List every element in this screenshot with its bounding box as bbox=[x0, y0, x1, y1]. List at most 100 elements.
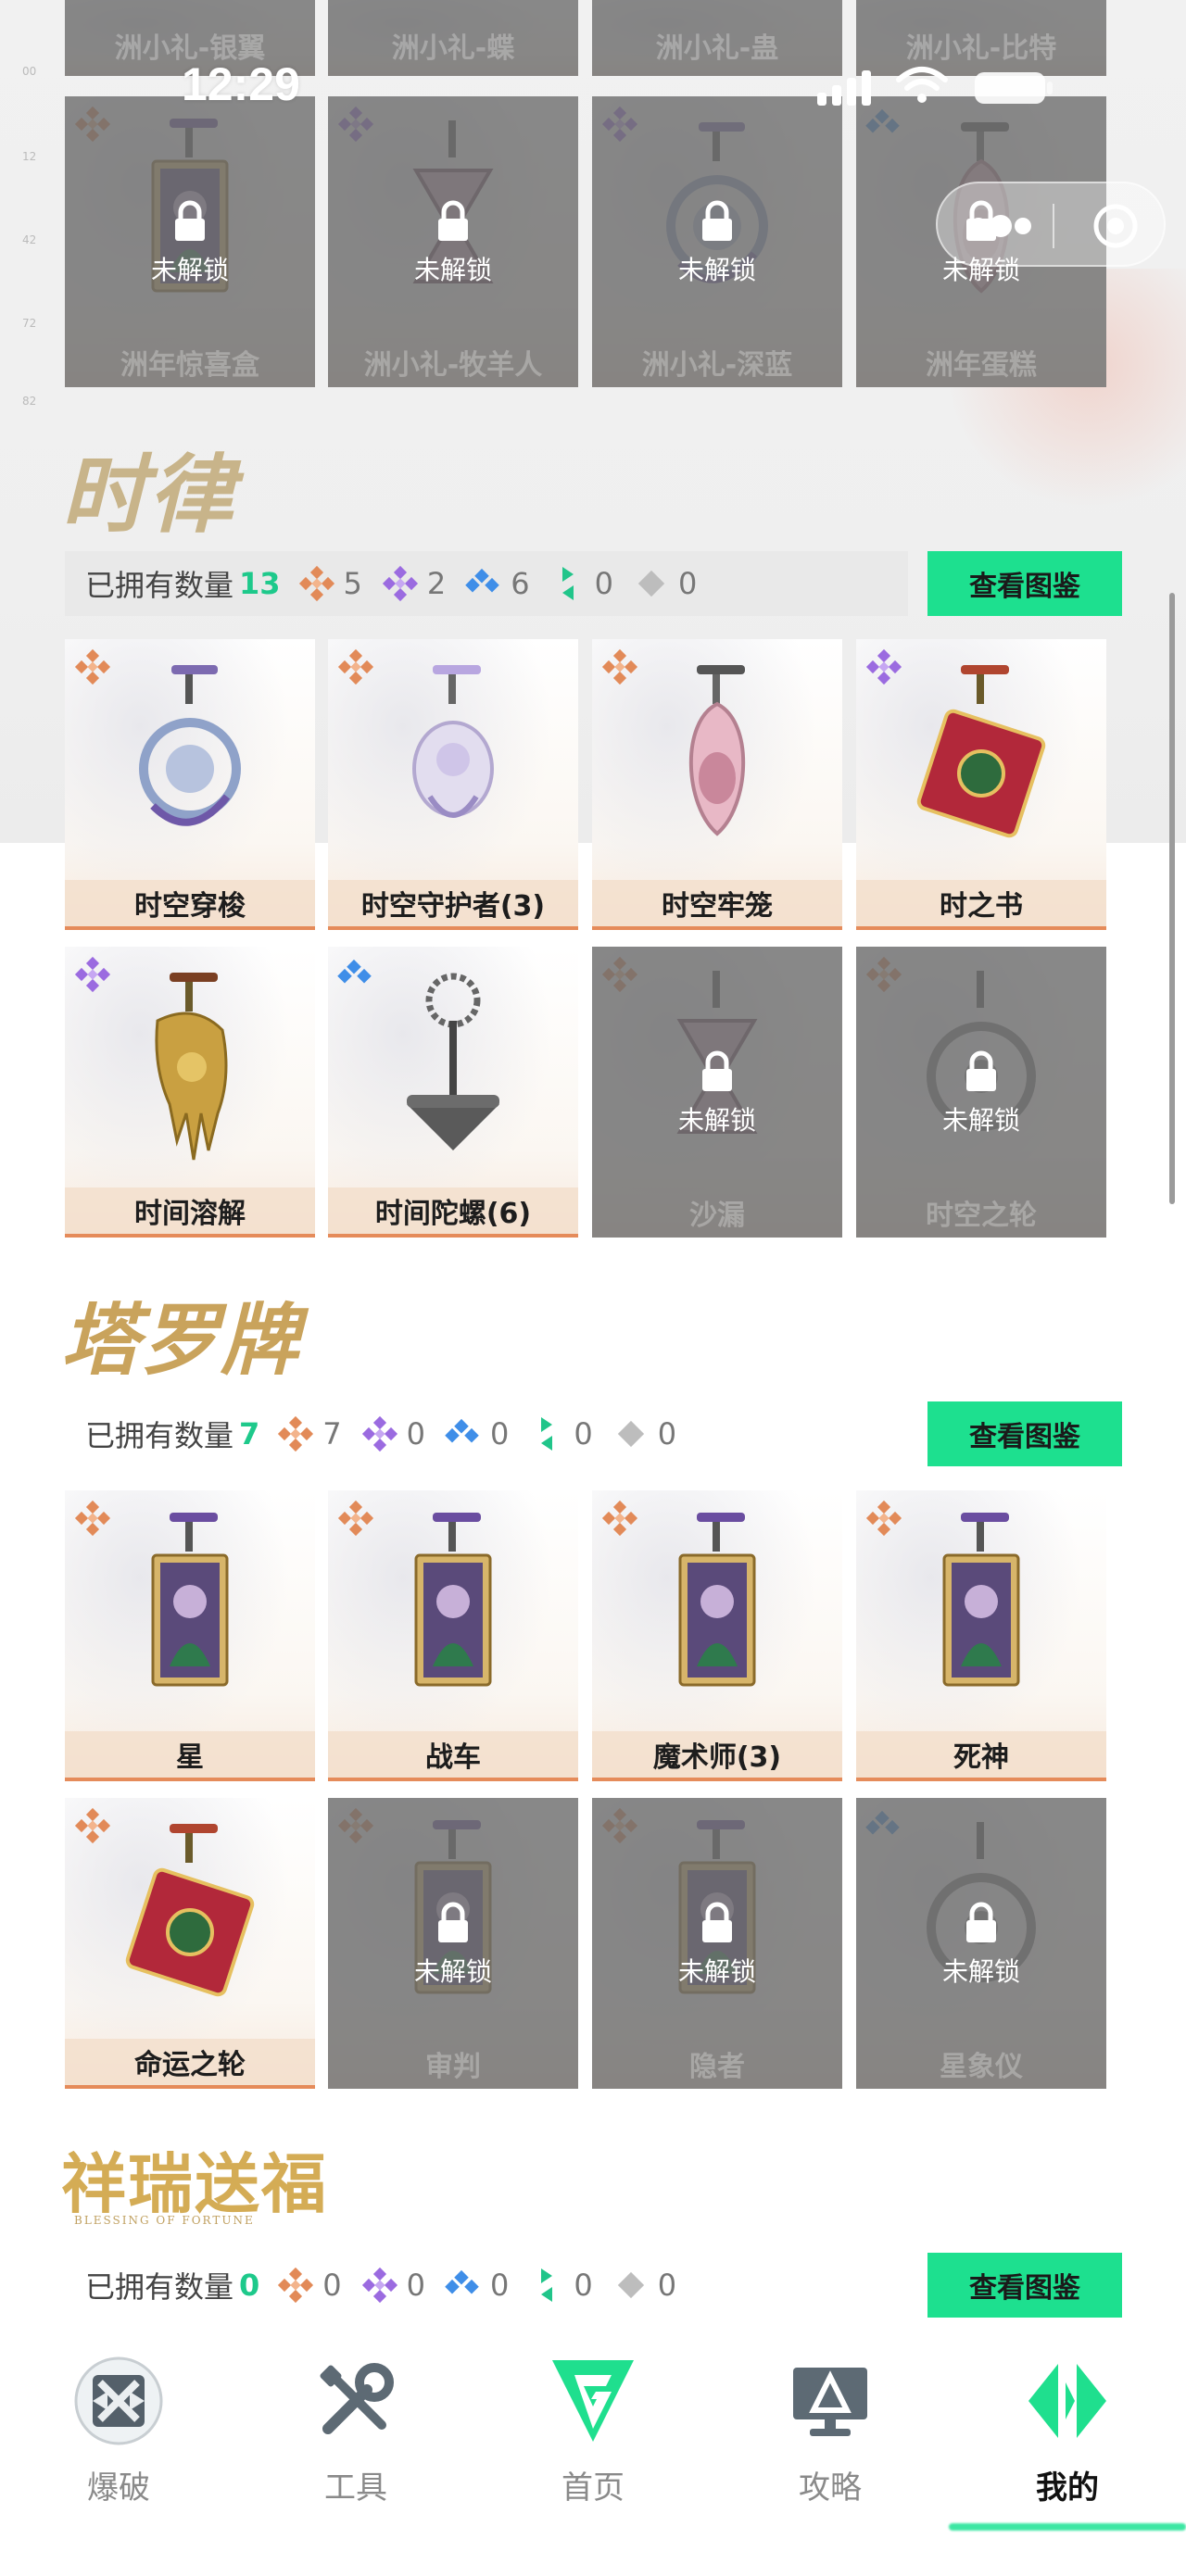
charm-top-icon bbox=[379, 965, 527, 1178]
view-catalog-button-tarot[interactable]: 查看图鉴 bbox=[927, 1401, 1122, 1466]
lock-icon bbox=[435, 1902, 472, 1944]
card-shalou[interactable]: 未解锁 沙漏 bbox=[592, 947, 842, 1238]
card-shikong-chuansuo[interactable]: 时空穿梭 bbox=[65, 639, 315, 930]
gray-gem-icon bbox=[608, 1415, 654, 1452]
card-shikong-laolong[interactable]: 时空牢笼 bbox=[592, 639, 842, 930]
more-icon[interactable] bbox=[964, 207, 1038, 245]
nav-label: 首页 bbox=[561, 2469, 625, 2507]
owned-count: 7 bbox=[239, 1416, 260, 1451]
card-name: 时间陀螺(6) bbox=[328, 1187, 578, 1238]
tarot-card-icon bbox=[643, 1509, 791, 1722]
orange-gem-icon bbox=[294, 565, 340, 602]
card-shijian-rongjie[interactable]: 时间溶解 bbox=[65, 947, 315, 1238]
nav-label: 爆破 bbox=[87, 2469, 150, 2507]
gem-green-count: 0 bbox=[524, 2267, 593, 2304]
tarot-card-icon bbox=[379, 1509, 527, 1722]
lock-icon bbox=[699, 1050, 736, 1093]
owned-summary-fortune: 已拥有数量 0 0 0 0 0 0 bbox=[65, 2253, 908, 2318]
card-name: 隐者 bbox=[689, 2051, 745, 2083]
gray-gem-icon bbox=[608, 2267, 654, 2304]
card-star[interactable]: 星 bbox=[65, 1490, 315, 1781]
purple-gem-icon bbox=[357, 2267, 403, 2304]
card-shijian-tuoluo[interactable]: 时间陀螺(6) bbox=[328, 947, 578, 1238]
card-astrolabe[interactable]: 未解锁 星象仪 bbox=[856, 1798, 1106, 2089]
gem-blue-count: 0 bbox=[440, 1415, 509, 1452]
card-wheel-of-fortune[interactable]: 命运之轮 bbox=[65, 1798, 315, 2089]
charm-book-icon bbox=[907, 658, 1055, 871]
card-name: 时间溶解 bbox=[65, 1187, 315, 1238]
blue-gem-icon bbox=[461, 565, 507, 602]
bottom-nav: 爆破 工具 首页 攻略 我的 bbox=[0, 2325, 1186, 2576]
rarity-orange-icon bbox=[337, 1500, 374, 1537]
gem-blue-count: 6 bbox=[461, 565, 530, 602]
mini-program-capsule bbox=[936, 182, 1166, 267]
lock-label: 未解锁 bbox=[941, 1105, 1020, 1136]
card-name: 洲小礼-牧羊人 bbox=[363, 349, 543, 382]
rarity-orange-icon bbox=[601, 1500, 638, 1537]
orange-gem-icon bbox=[272, 2267, 319, 2304]
card-name: 星 bbox=[65, 1731, 315, 1781]
capsule-divider bbox=[1053, 204, 1054, 248]
lock-icon bbox=[699, 1902, 736, 1944]
signal-icon bbox=[817, 70, 871, 106]
charm-cage-icon bbox=[643, 658, 791, 871]
rarity-blue-icon bbox=[337, 956, 374, 993]
owned-label: 已拥有数量 bbox=[85, 568, 234, 603]
lock-label: 未解锁 bbox=[941, 1956, 1020, 1987]
gem-orange-count: 5 bbox=[294, 565, 362, 602]
green-gem-icon bbox=[524, 1415, 570, 1452]
card-name: 魔术师(3) bbox=[592, 1731, 842, 1781]
nav-item-profile[interactable]: 我的 bbox=[975, 2344, 1160, 2529]
card-shikong-zhilun[interactable]: 未解锁 时空之轮 bbox=[856, 947, 1106, 1238]
section-logo-tarot: 塔罗牌 bbox=[61, 1294, 301, 1386]
tarot-card-icon bbox=[116, 1816, 264, 2029]
nav-item-guide[interactable]: 攻略 bbox=[738, 2344, 923, 2529]
profile-icon bbox=[1028, 2364, 1106, 2438]
gem-purple-count: 0 bbox=[357, 2267, 425, 2304]
lock-label: 未解锁 bbox=[413, 1956, 492, 1987]
card-judgement[interactable]: 未解锁 审判 bbox=[328, 1798, 578, 2089]
nav-item-home[interactable]: 首页 bbox=[500, 2344, 686, 2529]
card-shikong-shouhuzhe[interactable]: 时空守护者(3) bbox=[328, 639, 578, 930]
blast-icon bbox=[74, 2356, 163, 2445]
lock-label: 未解锁 bbox=[677, 1956, 756, 1987]
lock-label: 未解锁 bbox=[677, 255, 756, 285]
section-logo-shilv: 时律 bbox=[61, 445, 236, 545]
nav-item-blast[interactable]: 爆破 bbox=[26, 2344, 211, 2529]
rarity-purple-icon bbox=[865, 648, 902, 685]
lock-icon bbox=[171, 200, 208, 243]
gem-blue-count: 0 bbox=[440, 2267, 509, 2304]
card-name: 时空之轮 bbox=[926, 1200, 1037, 1232]
battery-icon bbox=[975, 72, 1053, 104]
owned-label: 已拥有数量 bbox=[85, 1418, 234, 1453]
gray-gem-icon bbox=[628, 565, 675, 602]
view-catalog-button-fortune[interactable]: 查看图鉴 bbox=[927, 2253, 1122, 2318]
card-hermit[interactable]: 未解锁 隐者 bbox=[592, 1798, 842, 2089]
guide-monitor-icon bbox=[793, 2368, 867, 2436]
gem-purple-count: 2 bbox=[377, 565, 446, 602]
gem-orange-count: 0 bbox=[272, 2267, 342, 2304]
orange-gem-icon bbox=[272, 1415, 319, 1452]
card-magician[interactable]: 魔术师(3) bbox=[592, 1490, 842, 1781]
charm-melt-icon bbox=[116, 965, 264, 1178]
purple-gem-icon bbox=[377, 565, 423, 602]
gem-gray-count: 0 bbox=[608, 2267, 676, 2304]
card-name: 星象仪 bbox=[940, 2051, 1023, 2083]
scrollbar[interactable] bbox=[1169, 593, 1175, 1204]
card-shi-zhi-shu[interactable]: 时之书 bbox=[856, 639, 1106, 930]
card-chariot[interactable]: 战车 bbox=[328, 1490, 578, 1781]
owned-count: 13 bbox=[239, 566, 281, 601]
card-name: 战车 bbox=[328, 1731, 578, 1781]
view-catalog-button-shilv[interactable]: 查看图鉴 bbox=[927, 551, 1122, 616]
rarity-purple-icon bbox=[74, 956, 111, 993]
nav-item-tools[interactable]: 工具 bbox=[263, 2344, 448, 2529]
close-target-icon[interactable] bbox=[1091, 202, 1140, 250]
card-death[interactable]: 死神 bbox=[856, 1490, 1106, 1781]
owned-summary-tarot: 已拥有数量 7 7 0 0 0 0 bbox=[65, 1401, 908, 1466]
blue-gem-icon bbox=[440, 2267, 486, 2304]
lock-icon bbox=[963, 1902, 1000, 1944]
gem-purple-count: 0 bbox=[357, 1415, 425, 1452]
rarity-orange-icon bbox=[74, 1807, 111, 1844]
card-name: 沙漏 bbox=[689, 1200, 745, 1232]
gem-gray-count: 0 bbox=[608, 1415, 676, 1452]
